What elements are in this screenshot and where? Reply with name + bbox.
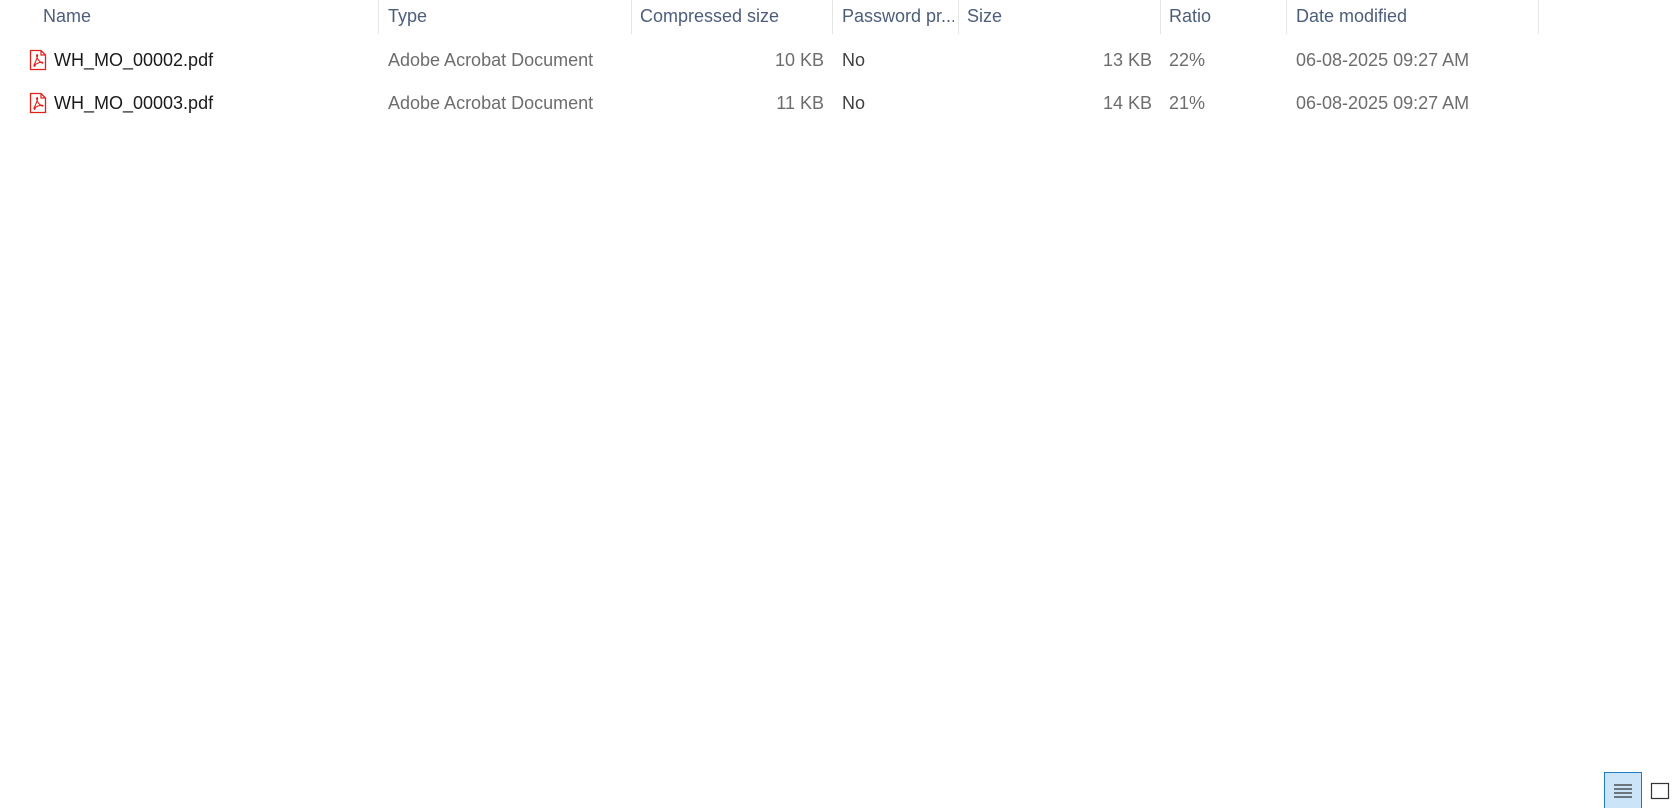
file-password-protected: No: [842, 50, 866, 70]
column-header-type[interactable]: Type: [388, 0, 626, 34]
column-header-compressed-size[interactable]: Compressed size: [640, 0, 828, 34]
file-date-modified: 06-08-2025 09:27 AM: [1296, 93, 1470, 113]
column-header-size[interactable]: Size: [967, 0, 1157, 34]
file-type: Adobe Acrobat Document: [388, 93, 594, 113]
column-divider[interactable]: [1286, 0, 1287, 34]
pdf-file-icon: [29, 49, 47, 71]
details-view-icon: [1614, 784, 1632, 798]
column-divider[interactable]: [631, 0, 632, 34]
column-header-ratio[interactable]: Ratio: [1169, 0, 1281, 34]
file-compressed-size: 11 KB: [776, 93, 824, 113]
column-header-password-protected[interactable]: Password pr...: [842, 0, 954, 34]
archive-file-list-window: Name Type Compressed size Password pr...…: [0, 0, 1679, 808]
file-name[interactable]: WH_MO_00003.pdf: [54, 83, 213, 123]
column-header-date-modified[interactable]: Date modified: [1296, 0, 1532, 34]
file-date-modified: 06-08-2025 09:27 AM: [1296, 50, 1470, 70]
pdf-file-icon: [29, 92, 47, 114]
large-icons-view-button[interactable]: [1641, 772, 1679, 808]
file-ratio: 22%: [1169, 50, 1206, 70]
file-size: 14 KB: [1102, 93, 1152, 113]
file-password-protected: No: [842, 93, 866, 113]
file-type: Adobe Acrobat Document: [388, 50, 594, 70]
column-divider[interactable]: [832, 0, 833, 34]
column-divider[interactable]: [958, 0, 959, 34]
file-ratio: 21%: [1169, 93, 1206, 113]
large-icons-view-icon: [1650, 782, 1670, 800]
column-header-bar: Name Type Compressed size Password pr...…: [0, 0, 1679, 34]
file-compressed-size: 10 KB: [774, 50, 824, 70]
column-divider[interactable]: [1538, 0, 1539, 34]
file-name[interactable]: WH_MO_00002.pdf: [54, 40, 213, 80]
column-divider[interactable]: [1160, 0, 1161, 34]
file-row[interactable]: WH_MO_00003.pdf Adobe Acrobat Document 1…: [0, 83, 1655, 123]
column-header-name[interactable]: Name: [43, 0, 373, 34]
column-divider[interactable]: [378, 0, 379, 34]
file-row[interactable]: WH_MO_00002.pdf Adobe Acrobat Document 1…: [0, 40, 1655, 80]
file-size: 13 KB: [1102, 50, 1152, 70]
details-view-button[interactable]: [1604, 772, 1642, 808]
